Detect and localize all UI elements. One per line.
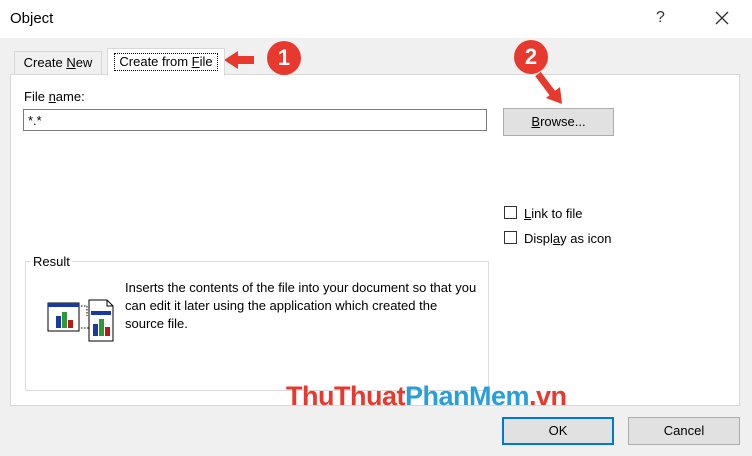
help-button[interactable]: ? — [656, 9, 665, 27]
tab-create-new[interactable]: Create New — [14, 51, 102, 74]
annotation-arrow-1 — [224, 51, 254, 69]
file-name-label: File name: — [24, 89, 85, 104]
annotation-arrow-2 — [535, 72, 562, 104]
watermark: ThuThuatPhanMem.vn — [286, 381, 567, 411]
embed-object-icon — [47, 296, 117, 345]
tab-create-new-label: Create New — [23, 55, 93, 70]
link-to-file-checkbox[interactable] — [504, 206, 517, 219]
file-name-input[interactable]: *.* — [23, 109, 487, 131]
link-to-file-label[interactable]: Link to file — [524, 206, 583, 221]
annotation-step-2: 2 — [514, 40, 548, 74]
tab-create-from-file[interactable]: Create from File — [107, 48, 225, 76]
close-icon — [715, 11, 729, 25]
display-as-icon-checkbox[interactable] — [504, 231, 517, 244]
browse-button[interactable]: Browse... — [503, 108, 614, 136]
ok-button[interactable]: OK — [502, 417, 614, 445]
result-description: Inserts the contents of the file into yo… — [125, 280, 477, 331]
result-label: Result — [31, 254, 72, 269]
title-bar — [0, 0, 752, 38]
close-button[interactable] — [708, 4, 736, 32]
annotation-step-1: 1 — [267, 41, 301, 75]
display-as-icon-label[interactable]: Display as icon — [524, 231, 611, 246]
cancel-button[interactable]: Cancel — [628, 417, 740, 445]
tab-create-from-file-label: Create from File — [114, 53, 218, 71]
window-title: Object — [10, 10, 54, 27]
